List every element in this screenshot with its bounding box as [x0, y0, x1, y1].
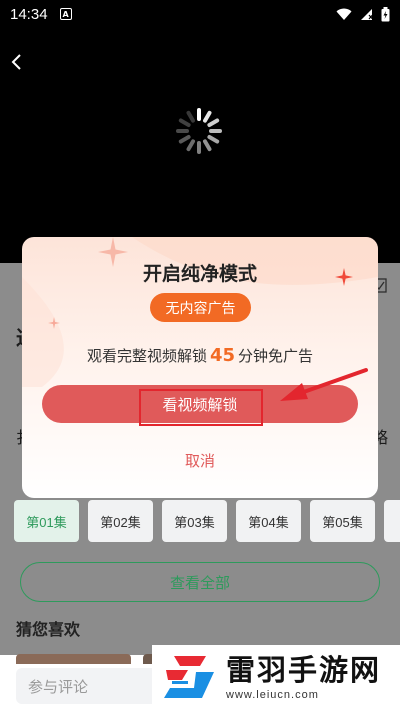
- video-player[interactable]: [0, 28, 400, 263]
- view-all-button[interactable]: 查看全部: [20, 562, 380, 602]
- sparkle-icon: [48, 317, 60, 329]
- section-title: 猜您喜欢: [16, 620, 81, 639]
- episode-list: 第01集 第02集 第03集 第04集 第05集: [14, 500, 400, 542]
- dialog-description: 观看完整视频解锁 45 分钟免广告: [22, 345, 378, 366]
- app-notification-icon: A: [59, 8, 72, 20]
- watermark-url: www.leiucn.com: [226, 689, 319, 701]
- episode-item-03[interactable]: 第03集: [162, 500, 227, 542]
- episode-item-02[interactable]: 第02集: [88, 500, 153, 542]
- dialog-title: 开启纯净模式: [142, 263, 257, 285]
- episode-item-01[interactable]: 第01集: [14, 500, 79, 542]
- no-ads-badge: 无内容广告: [150, 293, 251, 322]
- desc-prefix: 观看完整视频解锁: [86, 347, 207, 365]
- site-logo-icon: [164, 656, 214, 698]
- highlight-box: [139, 389, 263, 426]
- back-button[interactable]: [10, 52, 30, 80]
- watermark-title: 雷羽手游网: [226, 653, 382, 687]
- battery-icon: [381, 6, 390, 21]
- desc-minutes: 45: [209, 345, 236, 366]
- recommend-thumbnail[interactable]: [16, 654, 131, 664]
- episode-item-05[interactable]: 第05集: [310, 500, 375, 542]
- status-bar: 14:34 A: [0, 0, 400, 28]
- annotation-arrow-icon: [280, 368, 368, 401]
- episode-item-04[interactable]: 第04集: [236, 500, 301, 542]
- wifi-icon: [336, 8, 352, 20]
- desc-suffix: 分钟免广告: [238, 347, 314, 365]
- loading-spinner-icon: [176, 108, 222, 154]
- site-watermark: 雷羽手游网 www.leiucn.com: [152, 645, 400, 709]
- status-time: 14:34: [10, 5, 48, 23]
- chevron-left-icon: [11, 54, 21, 70]
- cancel-button[interactable]: 取消: [22, 450, 378, 471]
- episode-item-partial[interactable]: [384, 500, 400, 542]
- status-icons: [336, 6, 390, 22]
- signal-icon: [361, 8, 373, 20]
